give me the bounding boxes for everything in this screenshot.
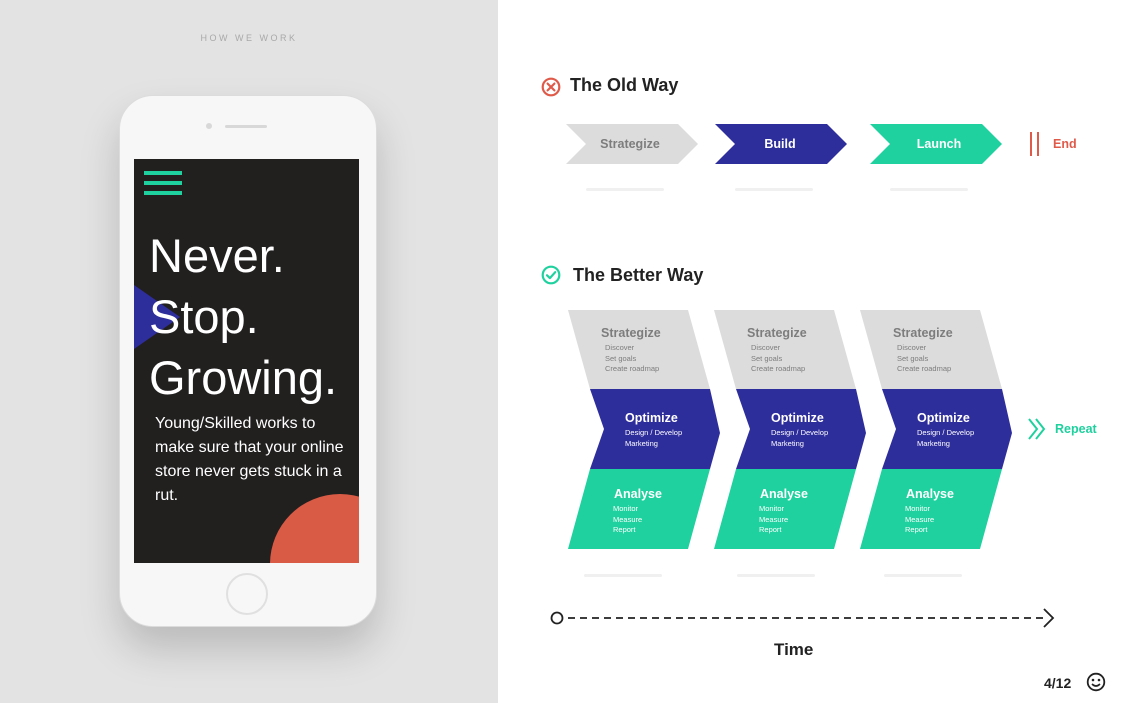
headline-line: Growing.	[149, 351, 338, 404]
old-step-label: Launch	[916, 137, 962, 151]
analyse-items: Monitor Measure Report	[905, 504, 935, 534]
eyebrow-label: HOW WE WORK	[200, 33, 298, 43]
headline-line: Stop.	[149, 290, 259, 343]
time-label: Time	[774, 640, 814, 659]
chevron-shadow	[735, 188, 813, 191]
strategize-items: Discover Set goals Create roadmap	[897, 343, 952, 373]
analyse-title: Analyse	[906, 487, 954, 501]
phone-home-button	[226, 573, 268, 615]
old-step-label: Build	[764, 137, 796, 151]
phone-camera	[206, 123, 212, 129]
cycle-shadow	[584, 574, 662, 577]
old-way-title: The Old Way	[570, 75, 679, 95]
phone-headline: Never. Stop. Growing.	[149, 225, 337, 408]
cycle-shadow	[737, 574, 815, 577]
analyse-title: Analyse	[614, 487, 662, 501]
chevron-shadow	[586, 188, 664, 191]
analyse-items: Monitor Measure Report	[613, 504, 643, 534]
optimize-title: Optimize	[771, 411, 824, 425]
chevron-shadow	[890, 188, 968, 191]
hamburger-menu-icon[interactable]	[144, 171, 182, 199]
phone-mockup: Never. Stop. Growing. Young/Skilled work…	[119, 95, 377, 627]
check-circle-icon	[541, 265, 561, 285]
optimize-items: Design / Develop Marketing	[917, 428, 975, 448]
phone-speaker	[225, 125, 267, 128]
left-panel: HOW WE WORK Never. Stop. Growing. Young/…	[0, 0, 498, 703]
optimize-items: Design / Develop Marketing	[771, 428, 829, 448]
cycle-shadow	[884, 574, 962, 577]
time-arrow	[550, 608, 1055, 628]
headline-line: Never.	[149, 229, 285, 282]
analyse-title: Analyse	[760, 487, 808, 501]
smiley-logo-icon	[1086, 672, 1106, 692]
double-bar-icon	[1030, 132, 1039, 156]
strategize-title: Strategize	[893, 326, 953, 340]
optimize-title: Optimize	[917, 411, 970, 425]
optimize-title: Optimize	[625, 411, 678, 425]
phone-screen: Never. Stop. Growing. Young/Skilled work…	[134, 159, 359, 563]
x-circle-icon	[541, 77, 561, 97]
page-number: 4/12	[1044, 675, 1072, 691]
strategize-items: Discover Set goals Create roadmap	[605, 343, 660, 373]
phone-body-text: Young/Skilled works to make sure that yo…	[155, 415, 344, 504]
strategize-title: Strategize	[601, 326, 661, 340]
old-step-label: Strategize	[600, 137, 660, 151]
double-chevron-right-icon	[1028, 418, 1046, 440]
strategize-items: Discover Set goals Create roadmap	[751, 343, 806, 373]
repeat-label: Repeat	[1055, 422, 1097, 436]
optimize-items: Design / Develop Marketing	[625, 428, 683, 448]
strategize-title: Strategize	[747, 326, 807, 340]
better-way-title: The Better Way	[573, 265, 704, 285]
end-label: End	[1053, 137, 1077, 151]
analyse-items: Monitor Measure Report	[759, 504, 789, 534]
